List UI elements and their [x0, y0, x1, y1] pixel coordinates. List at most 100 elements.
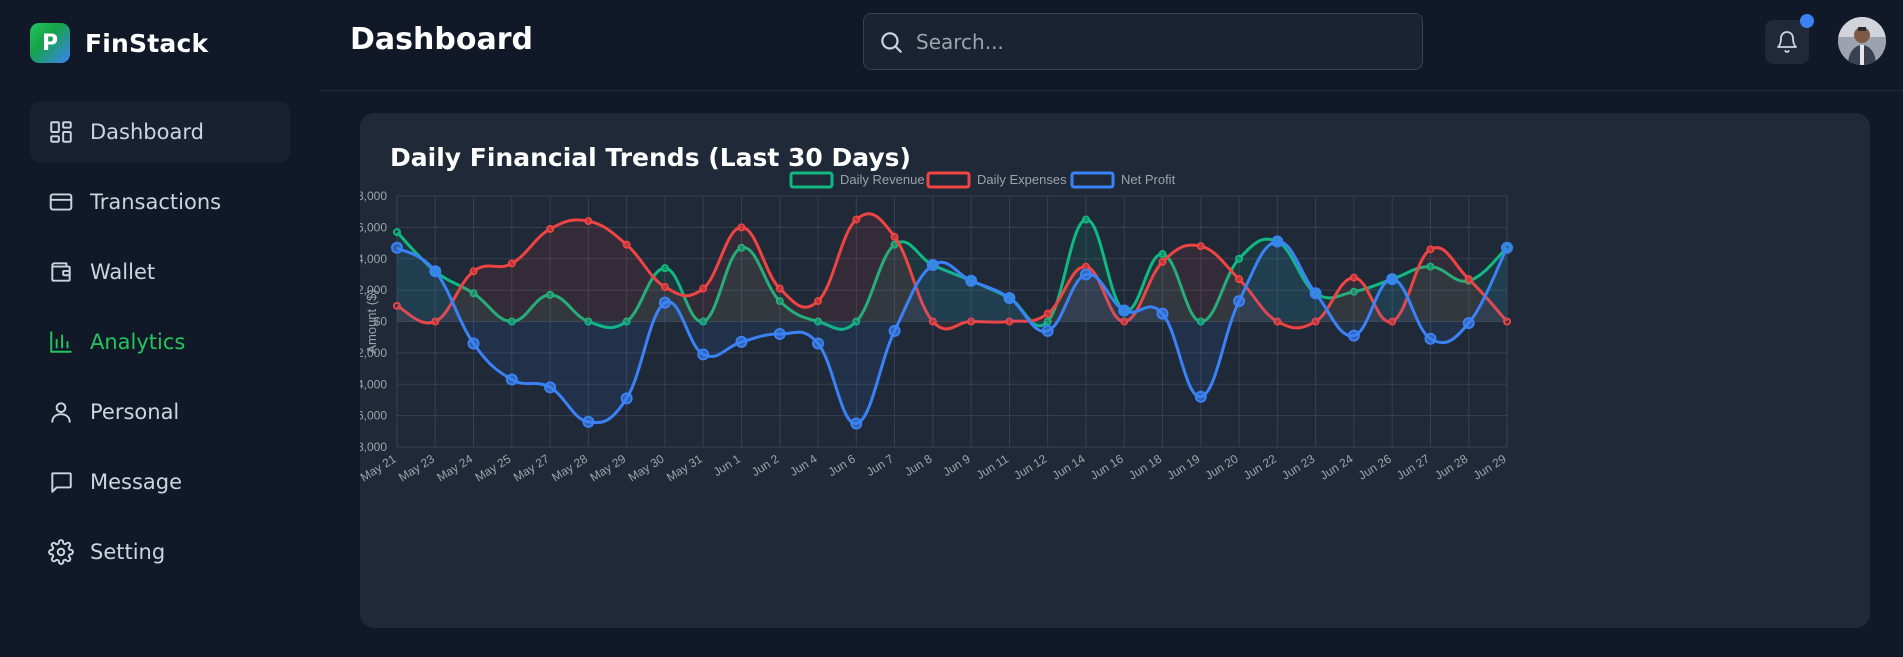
net-profit-point: [1271, 235, 1284, 248]
sidebar-item-label: Wallet: [90, 260, 156, 284]
x-tick-label: May 23: [396, 452, 437, 485]
wallet-icon: [51, 262, 71, 282]
net-profit-point: [1386, 273, 1399, 286]
net-profit-point: [1003, 291, 1016, 304]
notification-button[interactable]: [1765, 14, 1814, 64]
x-tick-label: Jun 23: [1279, 451, 1317, 482]
net-profit-point: [1424, 332, 1437, 345]
x-tick-label: May 21: [360, 452, 399, 485]
page-title: Dashboard: [350, 22, 533, 57]
daily-expenses-point: [584, 217, 593, 226]
net-profit-point: [1501, 241, 1513, 254]
net-profit-point: [773, 328, 786, 341]
daily-expenses-point: [469, 267, 478, 276]
sidebar-item-label: Setting: [90, 540, 166, 564]
user-icon: [51, 402, 71, 423]
daily-expenses-point: [1464, 275, 1473, 284]
net-profit-point: [697, 348, 710, 361]
daily-expenses-point: [737, 223, 746, 232]
x-tick-label: May 25: [473, 452, 514, 485]
y-tick-label: $-6,000: [360, 409, 387, 423]
net-profit-point: [658, 296, 671, 309]
legend-swatch: [789, 171, 834, 189]
x-tick-label: Jun 26: [1356, 451, 1394, 482]
net-profit-point: [1156, 307, 1169, 320]
net-profit-point: [1309, 287, 1322, 300]
message-icon: [51, 472, 72, 493]
sidebar-item-personal[interactable]: Personal: [30, 382, 290, 442]
legend-label: Net Profit: [1121, 172, 1176, 187]
y-tick-label: $-8,000: [360, 440, 387, 454]
daily-revenue-point: [393, 228, 401, 237]
sidebar-item-analytics[interactable]: Analytics: [30, 312, 290, 372]
y-tick-label: $6,000: [360, 220, 387, 234]
sidebar-item-dashboard[interactable]: Dashboard: [30, 102, 290, 162]
x-tick-label: Jun 2: [749, 452, 782, 480]
x-tick-label: Jun 9: [940, 452, 973, 480]
sidebar-item-label: Personal: [90, 400, 180, 424]
net-profit-point: [1118, 304, 1131, 317]
net-profit-point: [965, 274, 978, 287]
daily-expenses-point: [775, 284, 784, 293]
net-profit-point: [850, 417, 863, 430]
net-profit-point: [544, 381, 557, 394]
x-tick-label: Jun 4: [787, 452, 820, 480]
daily-revenue-point: [1081, 215, 1090, 224]
x-tick-label: Jun 27: [1394, 451, 1432, 482]
sidebar-item-setting[interactable]: Setting: [30, 522, 290, 582]
daily-revenue-point: [1235, 254, 1244, 263]
sidebar-item-label: Transactions: [90, 190, 222, 214]
sidebar-item-label: Dashboard: [90, 120, 204, 144]
y-axis-label: Amount ($): [364, 289, 379, 353]
x-tick-label: May 29: [587, 452, 628, 485]
x-tick-label: Jun 20: [1203, 451, 1241, 482]
y-tick-label: $4,000: [360, 252, 387, 266]
daily-expenses-point: [814, 297, 823, 306]
daily-expenses-point: [660, 282, 669, 291]
net-profit-point: [1041, 324, 1054, 337]
x-tick-label: May 27: [511, 452, 552, 485]
x-tick-label: May 31: [664, 452, 705, 485]
search-icon: [881, 31, 902, 53]
search-box[interactable]: [863, 13, 1423, 70]
bell-icon: [1777, 31, 1797, 53]
net-profit-point: [505, 373, 518, 386]
net-profit-point: [582, 415, 595, 428]
legend-swatch: [926, 171, 971, 189]
daily-trends-chart: $8,000$6,000$4,000$2,000$0$-2,000$-4,000…: [360, 171, 1513, 485]
legend-label: Daily Expenses: [977, 172, 1067, 187]
x-tick-label: Jun 6: [826, 452, 859, 480]
sidebar-item-wallet[interactable]: Wallet: [30, 242, 290, 302]
sidebar-item-label: Message: [90, 470, 183, 494]
avatar[interactable]: [1838, 17, 1886, 65]
daily-expenses-point: [1158, 257, 1167, 266]
daily-expenses-point: [852, 215, 861, 224]
x-tick-label: Jun 11: [974, 451, 1011, 482]
y-tick-label: $8,000: [360, 189, 387, 203]
daily-expenses-point: [507, 259, 516, 268]
x-tick-label: Jun 22: [1241, 451, 1279, 482]
x-tick-label: Jun 18: [1126, 451, 1164, 482]
sidebar-item-transactions[interactable]: Transactions: [30, 172, 290, 232]
daily-revenue-point: [1158, 250, 1167, 259]
net-profit-point: [391, 241, 403, 254]
sidebar-item-message[interactable]: Message: [30, 452, 290, 512]
y-tick-label: $-4,000: [360, 377, 387, 391]
dashboard-grid-icon: [50, 121, 72, 143]
daily-expenses-point: [699, 284, 708, 293]
brand-name: FinStack: [85, 28, 209, 58]
financial-trends-card: Daily Financial Trends (Last 30 Days) $8…: [360, 113, 1870, 628]
x-tick-label: Jun 28: [1432, 451, 1470, 482]
x-tick-label: May 24: [434, 452, 475, 485]
x-tick-label: May 30: [626, 452, 667, 485]
gear-icon: [48, 539, 74, 565]
daily-expenses-point: [1235, 275, 1244, 284]
sidebar-item-label: Analytics: [90, 330, 186, 354]
search-input[interactable]: [916, 29, 1396, 54]
x-tick-label: Jun 29: [1471, 451, 1509, 482]
brand[interactable]: P FinStack: [30, 23, 208, 63]
sidebar: P FinStack Dashboard Transactions Wallet…: [0, 0, 320, 657]
notification-dot: [1800, 14, 1814, 28]
x-tick-label: Jun 8: [902, 452, 935, 480]
net-profit-point: [1233, 295, 1246, 308]
